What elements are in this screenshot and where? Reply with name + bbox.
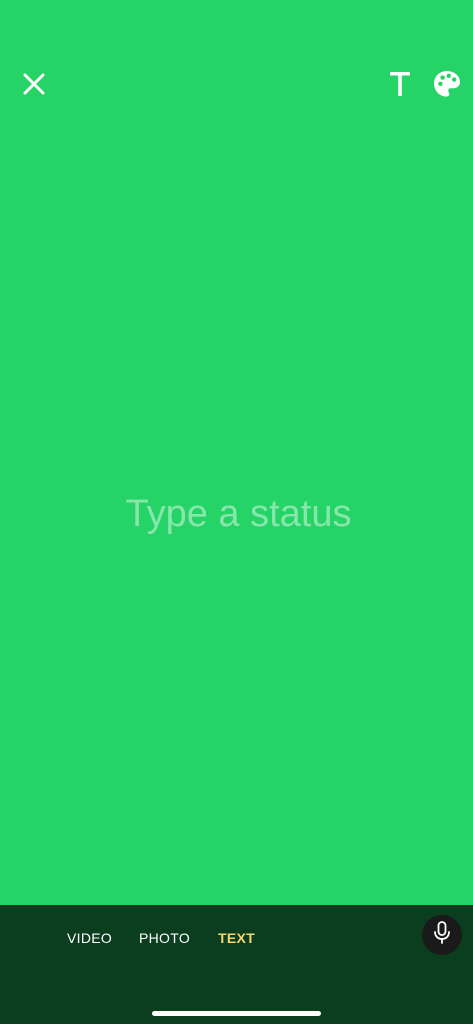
palette-icon	[432, 69, 462, 104]
tab-text[interactable]: TEXT	[218, 927, 255, 949]
status-text-input[interactable]	[20, 485, 457, 543]
tab-photo[interactable]: PHOTO	[139, 927, 190, 949]
status-composer-screen: VIDEO PHOTO TEXT	[0, 0, 473, 1024]
microphone-icon	[432, 920, 452, 950]
home-indicator	[152, 1011, 321, 1016]
text-style-icon	[389, 71, 411, 102]
background-color-button[interactable]	[427, 66, 467, 106]
top-toolbar	[0, 66, 473, 110]
bottom-mode-bar: VIDEO PHOTO TEXT	[0, 905, 473, 1024]
close-button[interactable]	[14, 66, 54, 106]
close-icon	[23, 73, 45, 100]
tab-video[interactable]: VIDEO	[67, 927, 112, 949]
voice-status-button[interactable]	[422, 915, 462, 955]
text-style-button[interactable]	[380, 66, 420, 106]
